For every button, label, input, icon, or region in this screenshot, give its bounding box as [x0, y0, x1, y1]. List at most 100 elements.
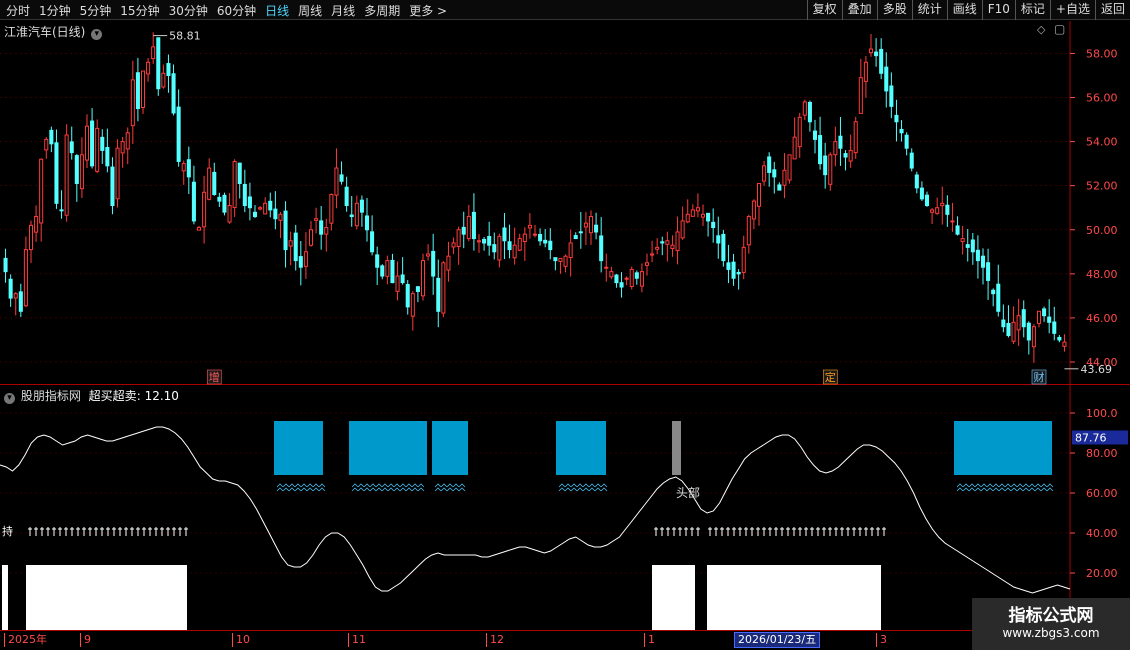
wave-mark	[381, 487, 389, 492]
candle-down	[919, 187, 924, 200]
wave-mark	[434, 487, 442, 492]
candle-down	[823, 155, 828, 176]
candle-up	[935, 207, 940, 214]
candle-up	[1016, 315, 1021, 331]
candle-up	[420, 260, 426, 297]
period-tab-9[interactable]: 多周期	[364, 2, 400, 19]
candle-down	[838, 135, 843, 149]
action-button-8[interactable]: 返回	[1094, 0, 1130, 20]
wave-mark	[440, 487, 448, 492]
wave-mark	[363, 487, 371, 492]
indicator-value: 12.10	[144, 389, 179, 403]
period-tab-2[interactable]: 5分钟	[80, 2, 112, 19]
candle-up	[196, 227, 202, 231]
wave-mark	[405, 483, 413, 488]
period-tab-4[interactable]: 30分钟	[169, 2, 208, 19]
price-tick-label: 50.00	[1086, 224, 1118, 237]
candle-down	[619, 282, 624, 288]
candle-down	[736, 271, 741, 275]
period-tab-1[interactable]: 1分钟	[39, 2, 71, 19]
wave-mark	[282, 483, 290, 488]
candle-up	[39, 158, 44, 224]
action-button-6[interactable]: 标记	[1014, 0, 1050, 20]
period-tab-10[interactable]: 更多 >	[409, 2, 447, 19]
wave-mark	[440, 483, 448, 488]
candle-down	[909, 152, 914, 169]
action-button-0[interactable]: 复权	[806, 0, 842, 20]
watermark-title: 指标公式网	[1008, 606, 1094, 626]
candle-up	[278, 213, 283, 221]
candle-down	[578, 231, 583, 234]
action-button-7[interactable]: +自选	[1049, 0, 1095, 20]
chevron-down-icon[interactable]: ▾	[4, 393, 15, 404]
wave-mark	[558, 487, 566, 492]
top-toolbar: 分时 1分钟 5分钟 15分钟 30分钟 60分钟 日线 周线 月线 多周期 更多 > 复权 叠加 多股…	[0, 0, 1130, 20]
candle-down	[176, 106, 181, 162]
candle-down	[772, 169, 777, 178]
wave-mark	[564, 487, 572, 492]
wave-mark	[1022, 487, 1030, 492]
candle-down	[874, 51, 879, 57]
period-tab-6[interactable]: 日线	[265, 2, 289, 19]
signal-block	[652, 565, 695, 630]
indicator-chart[interactable]: 100.0 80.00 60.00 40.00 20.00 87.76 头部持	[0, 385, 1130, 630]
candle-up	[960, 238, 965, 243]
hold-label: 持	[2, 524, 13, 538]
candle-up	[120, 141, 125, 154]
price-tick-label: 48.00	[1086, 268, 1118, 281]
diamond-icon[interactable]: ◇	[1037, 23, 1045, 36]
candle-down	[431, 250, 436, 277]
candle-down	[344, 186, 349, 207]
action-button-1[interactable]: 叠加	[841, 0, 877, 20]
wave-mark	[986, 487, 994, 492]
indicator-tick-label: 80.00	[1086, 447, 1118, 460]
event-marker-2: 财	[1034, 370, 1045, 384]
wave-mark	[312, 483, 320, 488]
candle-down	[18, 291, 23, 312]
period-tab-8[interactable]: 月线	[331, 2, 355, 19]
period-tab-0[interactable]: 分时	[6, 2, 30, 19]
candle-down	[100, 136, 105, 151]
overbought-block	[556, 421, 606, 475]
candle-up	[314, 218, 319, 221]
price-chart-panel[interactable]: 58.00 56.00 54.00 52.00 50.00 48.00 46.00 44.00…	[0, 21, 1130, 385]
toolbar-actions: 复权 叠加 多股 统计 画线 F10 标记 +自选 返回	[806, 0, 1130, 20]
action-button-3[interactable]: 统计	[911, 0, 947, 20]
event-marker-0: 增	[209, 370, 220, 384]
candle-down	[634, 272, 639, 279]
wave-mark	[387, 487, 395, 492]
candle-up	[1062, 341, 1067, 347]
indicator-panel[interactable]: 100.0 80.00 60.00 40.00 20.00 87.76 头部持 ▾ 股朋指标…	[0, 385, 1130, 630]
candle-up	[207, 167, 212, 200]
period-tab-7[interactable]: 周线	[298, 2, 322, 19]
candlestick-chart[interactable]: 58.0056.0054.0052.0050.0048.0046.0044.00…	[0, 21, 1130, 385]
candle-down	[237, 162, 242, 184]
candle-up	[161, 72, 166, 88]
candle-up	[655, 246, 660, 250]
period-tab-3[interactable]: 15分钟	[120, 2, 159, 19]
candle-down	[996, 283, 1001, 312]
wave-mark	[375, 487, 383, 492]
candle-down	[731, 261, 736, 279]
settings-square-icon[interactable]: ▢	[1054, 22, 1065, 36]
wave-mark	[968, 483, 976, 488]
candle-down	[986, 262, 991, 281]
candle-up	[1036, 310, 1042, 324]
wave-mark	[312, 487, 320, 492]
chevron-down-icon[interactable]: ▾	[91, 29, 103, 40]
price-tick-label: 52.00	[1086, 180, 1118, 193]
period-tab-5[interactable]: 60分钟	[217, 2, 256, 19]
candle-up	[441, 262, 446, 314]
candle-down	[212, 171, 217, 195]
action-button-5[interactable]: F10	[981, 0, 1015, 20]
period-tabs: 分时 1分钟 5分钟 15分钟 30分钟 60分钟 日线 周线 月线 多周期 更多 >	[2, 0, 452, 20]
action-button-4[interactable]: 画线	[946, 0, 982, 20]
candle-down	[573, 235, 578, 240]
candle-up	[146, 61, 151, 75]
wave-mark	[1034, 483, 1042, 488]
wave-mark	[357, 487, 365, 492]
candle-up	[522, 233, 527, 243]
action-button-2[interactable]: 多股	[876, 0, 912, 20]
candle-up	[308, 229, 314, 246]
low-marker-label: 43.69	[1080, 363, 1112, 376]
